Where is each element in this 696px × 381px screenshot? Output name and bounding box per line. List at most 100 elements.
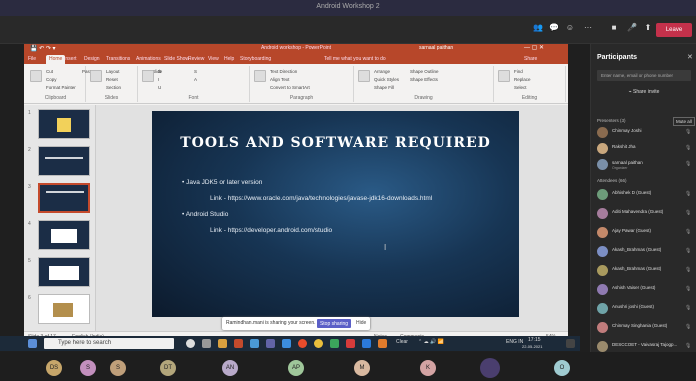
tab-view[interactable]: View xyxy=(208,56,219,62)
attendees-header[interactable]: Attendees (66) xyxy=(597,178,627,183)
tab-storyboarding[interactable]: Storyboarding xyxy=(240,56,271,62)
ribbon-item[interactable]: Shape Effects xyxy=(410,77,438,82)
chrome-profile-icon[interactable] xyxy=(314,339,323,348)
gallery-avatar[interactable]: S xyxy=(110,360,126,376)
gallery-avatar[interactable]: AN xyxy=(222,360,238,376)
gallery-avatar[interactable]: O xyxy=(554,360,570,376)
ribbon-item[interactable]: I xyxy=(158,77,159,82)
participant-row[interactable]: Chinmay Joshi 🎙 xyxy=(597,126,695,140)
ribbon-item[interactable]: Section xyxy=(106,85,121,90)
participant-row[interactable]: Akash_Brahmas (Guest) 🎙 xyxy=(597,245,695,259)
gallery-avatar[interactable]: DS xyxy=(46,360,62,376)
tab-insert[interactable]: Insert xyxy=(64,56,77,62)
tab-animations[interactable]: Animations xyxy=(136,56,161,62)
weather[interactable]: Clear xyxy=(396,339,408,345)
tab-design[interactable]: Design xyxy=(84,56,100,62)
clock-date[interactable]: 22-05-2021 xyxy=(522,344,542,349)
ribbon-item[interactable]: Quick Styles xyxy=(374,77,399,82)
gallery-avatar[interactable]: K xyxy=(420,360,436,376)
slide-thumb-3[interactable] xyxy=(38,183,90,213)
ribbon-item[interactable]: A xyxy=(194,77,197,82)
more-icon[interactable]: ··· xyxy=(580,23,596,37)
ribbon-item[interactable]: Replace xyxy=(514,77,531,82)
ribbon-item[interactable]: U xyxy=(158,85,161,90)
gallery-avatar[interactable]: M xyxy=(354,360,370,376)
close-icon[interactable]: ✕ xyxy=(687,53,693,61)
chat-icon[interactable]: 💬 xyxy=(546,23,562,37)
ribbon-item[interactable]: Reset xyxy=(106,77,118,82)
participant-row[interactable]: Ajay Pawar (Guest) 🎙 xyxy=(597,226,695,240)
app-icon[interactable] xyxy=(362,339,371,348)
ribbon-item[interactable]: S xyxy=(194,69,197,74)
chrome-icon[interactable] xyxy=(298,339,307,348)
participant-row[interactable]: Ashish Vaiser (Guest) 🎙 xyxy=(597,283,695,297)
ribbon-item[interactable]: Convert to SmartArt xyxy=(270,85,310,90)
slide-thumb-5[interactable] xyxy=(38,257,90,287)
edge-icon[interactable] xyxy=(250,339,259,348)
app-icon[interactable] xyxy=(346,339,355,348)
gallery-avatar[interactable]: S xyxy=(80,360,96,376)
share-button[interactable]: Share xyxy=(524,56,537,62)
share-tray-icon[interactable]: ⬆ xyxy=(640,23,656,37)
gallery-avatar[interactable]: AP xyxy=(288,360,304,376)
ribbon-item[interactable]: Select xyxy=(514,85,527,90)
tab-home[interactable]: Home xyxy=(46,55,66,64)
participant-row[interactable]: Aditi Mahavendra (Guest) 🎙 xyxy=(597,207,695,221)
participant-row[interactable]: Chinmay Singhania (Guest) 🎙 xyxy=(597,321,695,335)
current-slide[interactable]: TOOLS AND SOFTWARE REQUIRED • Java JDK5 … xyxy=(152,111,519,317)
tray-icons[interactable]: ⌃ ☁ 🔊 📶 xyxy=(418,339,444,345)
ribbon-large-button-icon[interactable] xyxy=(254,70,266,82)
ribbon-item[interactable]: Text Direction xyxy=(270,69,297,74)
language-indicator[interactable]: ENG IN xyxy=(506,339,523,345)
ppt-user[interactable]: sarnaal paithan xyxy=(419,45,453,51)
ribbon-large-button-icon[interactable] xyxy=(142,70,154,82)
ribbon-large-button-icon[interactable] xyxy=(358,70,370,82)
participant-row[interactable]: Abhishek D (Guest) 🎙 xyxy=(597,188,695,202)
file-explorer-icon[interactable] xyxy=(218,339,227,348)
ribbon-item[interactable]: Shape Outline xyxy=(410,69,439,74)
gallery-avatar[interactable]: DT xyxy=(160,360,176,376)
taskbar-search[interactable]: Type here to search xyxy=(44,338,174,349)
task-view-icon[interactable] xyxy=(202,339,211,348)
tab-file[interactable]: File xyxy=(28,56,36,62)
people-icon[interactable]: 👥 xyxy=(530,23,546,37)
ribbon-item[interactable]: Find xyxy=(514,69,523,74)
camera-icon[interactable]: ■ xyxy=(606,23,622,37)
slide-thumb-1[interactable] xyxy=(38,109,90,139)
ribbon-large-button-icon[interactable] xyxy=(90,70,102,82)
participant-row[interactable]: sarnaal paithan Organizer 🎙 xyxy=(597,158,695,172)
vscode-icon[interactable] xyxy=(282,339,291,348)
ribbon-item[interactable]: Copy xyxy=(46,77,57,82)
leave-button[interactable]: Leave xyxy=(656,23,692,37)
stop-sharing-button[interactable]: Stop sharing xyxy=(317,319,351,328)
app-icon[interactable] xyxy=(378,339,387,348)
participant-row[interactable]: Rakshit Jha 🎙 xyxy=(597,142,695,156)
tell-me-search[interactable]: Tell me what you want to do xyxy=(324,56,386,62)
participant-row[interactable]: Akash_Brahmas (Guest) 🎙 xyxy=(597,264,695,278)
ribbon-item[interactable]: Arrange xyxy=(374,69,390,74)
gallery-video-tile[interactable] xyxy=(480,358,500,378)
tab-transitions[interactable]: Transitions xyxy=(106,56,130,62)
ribbon-item[interactable]: Align Text xyxy=(270,77,289,82)
slide-thumb-2[interactable] xyxy=(38,146,90,176)
app-icon[interactable] xyxy=(330,339,339,348)
tab-review[interactable]: Review xyxy=(188,56,204,62)
cortana-icon[interactable] xyxy=(186,339,195,348)
participant-search[interactable]: Enter name, email or phone number xyxy=(597,70,691,81)
ribbon-item[interactable]: Layout xyxy=(106,69,120,74)
slide-thumb-4[interactable] xyxy=(38,220,90,250)
mute-all-button[interactable]: Mute all xyxy=(673,117,695,126)
window-controls[interactable]: — ▢ ✕ xyxy=(524,44,544,51)
mic-icon[interactable]: 🎤 xyxy=(624,23,640,37)
share-invite-button[interactable]: ⌁ Share invite xyxy=(597,86,691,97)
notifications-icon[interactable] xyxy=(566,339,575,348)
teams-taskbar-icon[interactable] xyxy=(266,339,275,348)
participant-row[interactable]: Anushri joshi (Guest) 🎙 xyxy=(597,302,695,316)
powerpoint-taskbar-icon[interactable] xyxy=(234,339,243,348)
react-icon[interactable]: ☺ xyxy=(562,23,578,37)
ribbon-item[interactable]: Shape Fill xyxy=(374,85,394,90)
windows-start-icon[interactable] xyxy=(28,339,37,348)
ribbon-item[interactable]: B xyxy=(158,69,161,74)
ribbon-item[interactable]: Format Painter xyxy=(46,85,76,90)
presenters-header[interactable]: Presenters (3) xyxy=(597,118,626,123)
